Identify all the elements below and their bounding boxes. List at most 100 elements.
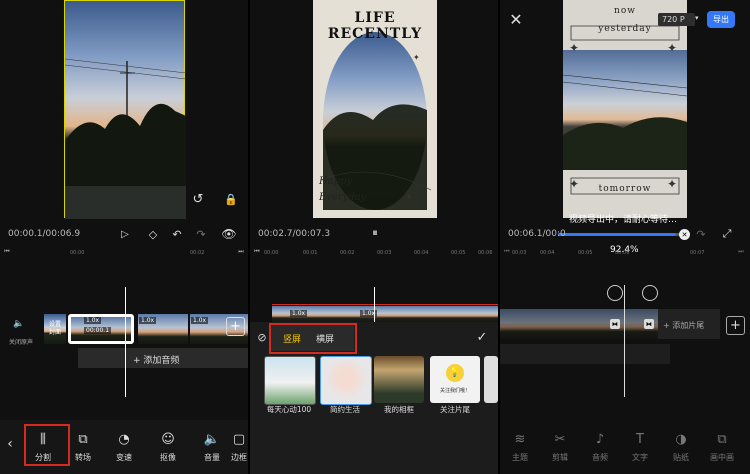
template-label: 我的相框 [384, 405, 414, 414]
audio-track [500, 344, 670, 364]
transition-marker-icon[interactable]: ⧓ [610, 319, 620, 329]
video-clip[interactable] [500, 309, 658, 339]
template-preview: ✦ ✦ LIFE RECENTLY Happy Everyday [313, 0, 437, 218]
template-label: 每天心动100 [266, 405, 312, 414]
jump-start-icon[interactable]: ⏮ [3, 248, 11, 256]
jump-start-icon[interactable]: ⏮ [503, 248, 511, 256]
playhead[interactable] [125, 287, 126, 397]
prohibit-icon[interactable]: ⊘ [255, 330, 269, 344]
export-preview: ✦ ✦ ✦ ✦ now yesterday tomorrow [563, 0, 687, 218]
tick-label: 00:02 [340, 250, 355, 256]
layers-icon: ≋ [514, 432, 526, 447]
resolution-select[interactable]: 720 P [658, 13, 695, 26]
clip-speed-badge: 1.0x [84, 317, 102, 324]
jump-end-icon[interactable]: ⏭ [737, 248, 745, 256]
tick-label: 00:06 [615, 250, 630, 256]
fullscreen-icon[interactable]: ⤢ [720, 227, 734, 241]
lock-icon[interactable]: 🔒 [224, 191, 238, 207]
playback-time: 00:02.7/00:07.3 [258, 229, 331, 239]
transition-marker-icon[interactable]: ⧓ [644, 319, 654, 329]
picture-in-picture-icon: ⧉ [717, 432, 727, 447]
tick-label: 00:05 [451, 250, 466, 256]
redo-icon: ↷ [696, 227, 706, 241]
keyframe-pin[interactable] [607, 285, 623, 301]
timeline-red-line [272, 304, 498, 305]
tick-label: 00:04 [414, 250, 429, 256]
clip-duration: 00:00.1 [84, 327, 112, 334]
scissors-icon: ✂ [554, 432, 566, 447]
tick-label: 00:02 [190, 250, 205, 256]
svg-text:✦: ✦ [413, 53, 420, 62]
tool-transition[interactable]: ⧉ 转场 [63, 432, 103, 463]
jump-start-icon[interactable]: ⏮ [253, 248, 261, 256]
template-card-partial[interactable] [484, 356, 498, 403]
template-card[interactable] [320, 356, 372, 405]
editor-panel-templates: ✦ ✦ LIFE RECENTLY Happy Everyday 00:02.7… [250, 0, 498, 474]
tab-audio[interactable]: ♪ 音频 [580, 432, 620, 463]
editor-panel-split: ↺ 🔒 00:00.1/00:06.9 ▷ ◇ ↶ ↷ 👁 ⏮ 00:00 00… [0, 0, 248, 474]
tool-speed[interactable]: ◔ 变速 [104, 432, 144, 463]
tick-label: 00:06 [478, 250, 493, 256]
tick-label: 00:05 [578, 250, 593, 256]
tab-pip[interactable]: ⧉ 画中画 [702, 432, 742, 463]
playback-time: 00:06.1/00:0 [508, 229, 566, 239]
text-t-icon: T [636, 432, 644, 447]
cancel-export-icon[interactable]: ✕ [679, 229, 690, 240]
tick-label: 00:01 [303, 250, 318, 256]
mute-original-label: 关闭原声 [9, 339, 34, 346]
clip-speed-badge: 1.0x [290, 310, 308, 317]
poster-title: LIFE RECENTLY [327, 10, 423, 42]
tab-edit[interactable]: ✂ 剪辑 [540, 432, 580, 463]
add-clip-button[interactable]: + [226, 317, 245, 336]
sheet-bottom-area [250, 420, 498, 474]
tab-text[interactable]: T 文字 [620, 432, 660, 463]
template-card[interactable] [374, 356, 424, 403]
preview-silhouette [65, 58, 186, 219]
volume-icon: 🔈 [203, 432, 221, 447]
template-label: 关注片尾 [440, 405, 470, 414]
pause-icon[interactable]: ⏸ [368, 226, 382, 240]
tick-label: 00:03 [512, 250, 527, 256]
svg-text:✦: ✦ [667, 41, 677, 55]
undo-icon[interactable]: ↶ [170, 227, 184, 241]
template-card[interactable] [264, 356, 316, 405]
tool-border[interactable]: ▢ 边框 [230, 432, 248, 463]
export-button[interactable]: 导出 [707, 11, 735, 28]
set-cover-label[interactable]: 设置封面 [49, 321, 63, 337]
speaker-icon[interactable]: 🔈 [13, 318, 25, 330]
eye-icon[interactable]: 👁 [220, 226, 238, 242]
play-icon[interactable]: ▷ [118, 227, 132, 241]
tick-label: 00:03 [377, 250, 392, 256]
keyframe-pin[interactable] [642, 285, 658, 301]
chevron-down-icon: ▾ [695, 14, 699, 22]
export-progress-fill [558, 233, 677, 236]
redo-icon[interactable]: ↷ [194, 227, 208, 241]
music-note-icon: ♪ [595, 432, 605, 447]
border-icon: ▢ [232, 432, 246, 447]
confirm-check-icon[interactable]: ✓ [474, 329, 490, 345]
playhead[interactable] [374, 287, 375, 322]
transition-icon: ⧉ [78, 432, 88, 447]
tick-label: 00:00 [70, 250, 85, 256]
add-ending-label: + 添加片尾 [663, 321, 705, 330]
playhead[interactable] [624, 285, 625, 397]
video-preview [64, 0, 186, 219]
tick-label: 00:07 [690, 250, 705, 256]
tick-label: 00:04 [540, 250, 555, 256]
tool-cutout[interactable]: ☺ 抠像 [148, 432, 188, 463]
editor-panel-export: ✕ ✦ ✦ ✦ ✦ now yesterday tomorrow 720 P ▾… [500, 0, 750, 474]
tab-theme[interactable]: ≋ 主题 [500, 432, 540, 463]
keyframe-icon[interactable]: ◇ [145, 226, 161, 242]
poster-script: Happy Everyday [319, 176, 367, 203]
jump-end-icon[interactable]: ⏭ [237, 248, 245, 256]
clip-speed-badge: 1.0x [191, 317, 209, 324]
tool-volume[interactable]: 🔈 音量 [192, 432, 232, 463]
exporting-message: 视频导出中，请耐心等待… [569, 215, 678, 225]
template-label: 简约生活 [330, 405, 360, 414]
tab-sticker[interactable]: ◑ 贴纸 [661, 432, 701, 463]
add-clip-button[interactable]: + [726, 316, 745, 335]
template-card[interactable]: 💡 关注我们哦！ [430, 356, 480, 403]
back-chevron-icon[interactable]: ‹ [4, 436, 16, 452]
undo-rotate-icon[interactable]: ↺ [190, 191, 206, 207]
close-icon[interactable]: ✕ [508, 10, 524, 29]
